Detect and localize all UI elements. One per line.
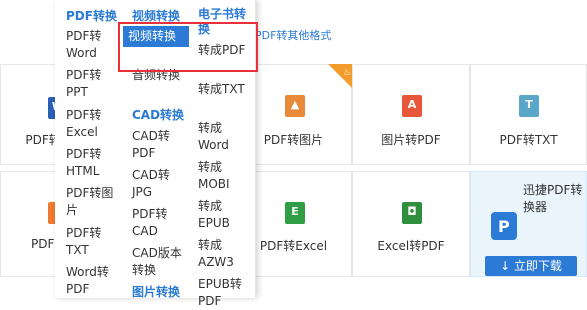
menu-item[interactable]: PDF转图片 xyxy=(66,185,118,219)
menu-item[interactable]: 转成MOBI xyxy=(198,159,250,193)
menu-item[interactable]: Word转PDF xyxy=(66,264,118,298)
menu-item[interactable]: 转成AZW3 xyxy=(198,237,250,271)
menu-item[interactable]: 转成Word xyxy=(198,120,250,154)
excel-icon: E xyxy=(285,202,305,224)
tool-label: PDF转TXT xyxy=(499,133,558,147)
tool-label: Excel转PDF xyxy=(377,239,445,253)
menu-item[interactable]: PDF转PPT xyxy=(66,67,118,101)
promo-title: 迅捷PDF转换器 xyxy=(523,183,583,214)
menu-header-cad: CAD转换 xyxy=(132,108,185,122)
menu-item[interactable]: PDF转HTML xyxy=(66,146,118,180)
svg-text:♨: ♨ xyxy=(343,68,351,78)
menu-header-pdf: PDF转换 xyxy=(66,9,117,23)
menu-item[interactable]: 转成TXT xyxy=(198,81,250,98)
menu-header-image: 图片转换 xyxy=(132,285,181,299)
promo-panel: P 迅捷PDF转换器 ↓ 立即下载 xyxy=(470,171,587,277)
pdf-to-other-link[interactable]: PDF转其他格式 xyxy=(255,27,331,43)
highlight-box xyxy=(118,22,258,72)
menu-item[interactable]: CAD转PDF xyxy=(132,128,184,162)
menu-item[interactable]: CAD转JPG xyxy=(132,167,184,201)
tool-pdf-to-txt[interactable]: T PDF转TXT xyxy=(470,64,587,165)
tool-label: 图片转PDF xyxy=(381,133,441,147)
pdf-icon: A xyxy=(402,95,422,117)
excel-pdf-icon: ◘ xyxy=(402,202,422,224)
tool-image-to-pdf[interactable]: A 图片转PDF xyxy=(352,64,470,165)
menu-item[interactable]: EPUB转PDF xyxy=(198,276,250,310)
hot-badge-icon: ♨ xyxy=(328,64,352,88)
tool-excel-to-pdf[interactable]: ◘ Excel转PDF xyxy=(352,171,470,277)
menu-item[interactable]: PDF转CAD xyxy=(132,206,184,240)
menu-item[interactable]: CAD版本转换 xyxy=(132,245,184,279)
txt-icon: T xyxy=(519,95,539,117)
app-logo-icon: P xyxy=(491,212,517,240)
menu-item[interactable]: 转成EPUB xyxy=(198,198,250,232)
svg-text:P: P xyxy=(498,217,510,236)
menu-item[interactable]: PDF转Word xyxy=(66,28,118,62)
menu-item[interactable]: PDF转TXT xyxy=(66,225,118,259)
menu-item[interactable]: PDF转Excel xyxy=(66,107,118,141)
image-icon: ▲ xyxy=(285,95,305,117)
download-button[interactable]: ↓ 立即下载 xyxy=(485,256,577,276)
